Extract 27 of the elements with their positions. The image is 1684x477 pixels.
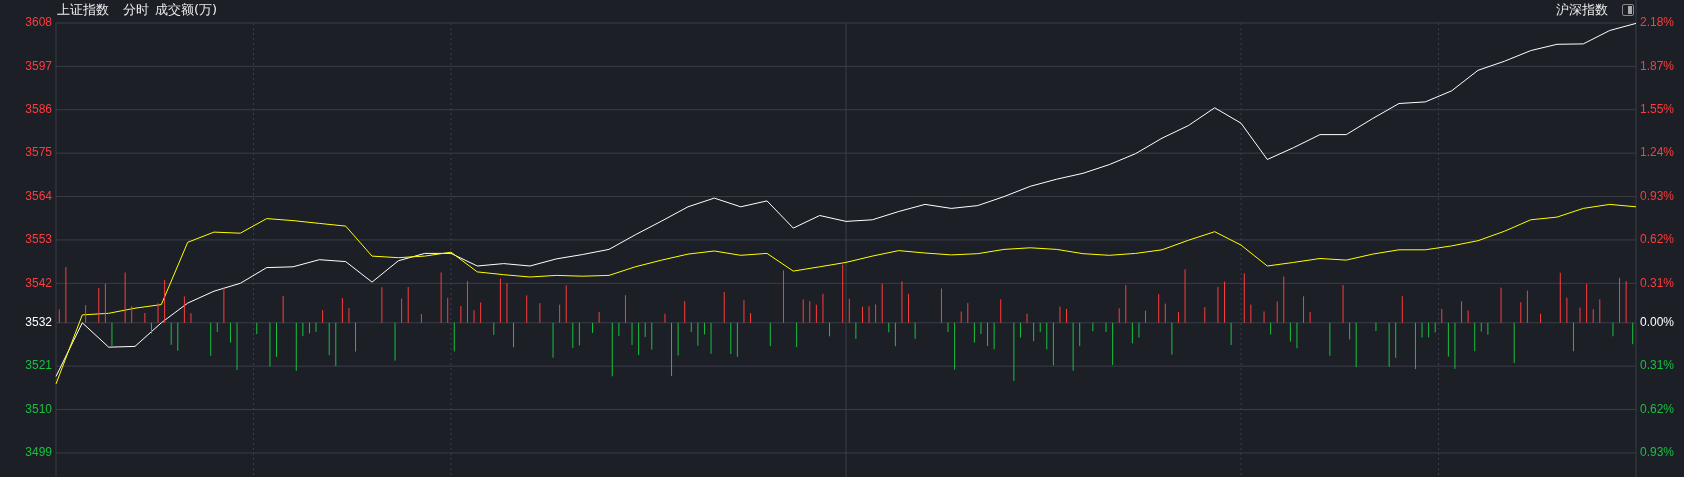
percent-axis-label: 0.62% — [1640, 232, 1675, 247]
price-axis-label: 3542 — [25, 275, 52, 290]
price-axis-label: 3586 — [25, 101, 52, 116]
percent-axis-label: 1.24% — [1640, 145, 1675, 160]
index-title: 上证指数 — [57, 1, 109, 19]
price-axis-label: 3608 — [25, 15, 52, 30]
percent-axis-label: 0.93% — [1640, 188, 1675, 203]
indicator-label[interactable]: 成交额(万) — [155, 1, 218, 19]
panel-toggle-icon[interactable] — [1622, 4, 1634, 16]
price-axis-label: 3499 — [25, 445, 52, 460]
price-axis-label: 3597 — [25, 58, 52, 73]
percent-axis-label: 1.87% — [1640, 58, 1675, 73]
price-axis-label: 3510 — [25, 401, 52, 416]
percent-axis-label: 0.62% — [1640, 401, 1675, 416]
price-axis-label: 3521 — [25, 358, 52, 373]
price-axis-label: 3532 — [25, 314, 52, 329]
percent-axis-label: 2.18% — [1640, 15, 1675, 30]
percent-axis-label: 1.55% — [1640, 101, 1675, 116]
percent-axis-label: 0.31% — [1640, 275, 1675, 290]
percent-axis-label: 0.93% — [1640, 445, 1675, 460]
percent-axis-label: 0.00% — [1640, 314, 1675, 329]
timeframe-label[interactable]: 分时 — [123, 1, 149, 19]
percent-axis-label: 0.31% — [1640, 358, 1675, 373]
market-label[interactable]: 沪深指数 — [1556, 1, 1608, 19]
price-axis-label: 3553 — [25, 232, 52, 247]
price-axis-label: 3575 — [25, 145, 52, 160]
price-axis-label: 3564 — [25, 188, 52, 203]
